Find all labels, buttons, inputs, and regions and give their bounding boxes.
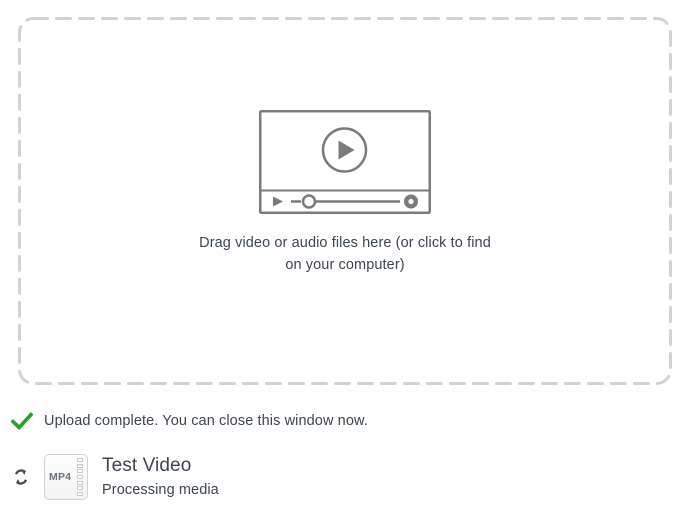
green-check-icon xyxy=(0,411,44,431)
processing-spinner-icon xyxy=(3,468,39,486)
mp4-file-icon: MP4 xyxy=(44,454,88,500)
dropzone-prompt-line-1: Drag video or audio files here (or click… xyxy=(199,235,491,251)
uploaded-file-row[interactable]: MP4 Test Video Processing media xyxy=(0,446,693,508)
video-player-icon xyxy=(259,110,431,214)
dropzone-prompt-line-2: on your computer) xyxy=(285,257,405,273)
upload-status-message: Upload complete. You can close this wind… xyxy=(44,413,368,429)
film-strip-perforations xyxy=(76,458,84,496)
upload-status-row: Upload complete. You can close this wind… xyxy=(0,406,693,436)
dropzone-content: Drag video or audio files here (or click… xyxy=(175,110,515,276)
media-dropzone[interactable]: Drag video or audio files here (or click… xyxy=(18,17,672,385)
file-extension-label: MP4 xyxy=(49,471,72,483)
dropzone-prompt: Drag video or audio files here (or click… xyxy=(175,232,515,276)
file-details: Test Video Processing media xyxy=(102,454,219,501)
file-title: Test Video xyxy=(102,454,192,476)
file-processing-status: Processing media xyxy=(102,481,219,498)
